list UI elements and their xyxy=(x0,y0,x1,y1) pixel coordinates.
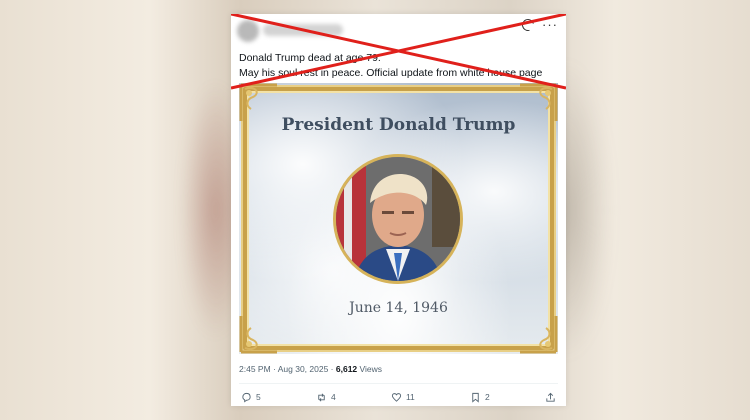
views-count: 6,612 xyxy=(335,364,358,374)
like-count: 11 xyxy=(405,392,415,402)
share-icon xyxy=(546,392,555,402)
bookmark-icon xyxy=(472,392,479,403)
views-label: Views xyxy=(359,364,383,374)
timestamp[interactable]: 2:45 PM · Aug 30, 2025 · xyxy=(239,364,336,374)
memorial-date: June 14, 1946 xyxy=(349,300,448,316)
tweet-meta: 2:45 PM · Aug 30, 2025 · 6,612 Views xyxy=(239,364,382,374)
tweet-text: Donald Trump dead at age 79. May his sou… xyxy=(239,51,559,81)
tweet-text-line-2: May his soul rest in peace. Official upd… xyxy=(239,67,543,79)
portrait-photo xyxy=(333,154,463,284)
bookmark-count: 2 xyxy=(485,392,490,402)
share-button[interactable] xyxy=(545,392,556,403)
ornament-corner-icon xyxy=(239,316,277,354)
tweet-text-line-1: Donald Trump dead at age 79. xyxy=(239,52,381,64)
grok-icon[interactable] xyxy=(519,16,537,34)
tweet-top-icons: ··· xyxy=(519,16,558,34)
memorial-image[interactable]: President Donald Trump June 14, 1946 xyxy=(239,83,558,354)
repost-count: 4 xyxy=(330,392,336,402)
repost-button[interactable]: 4 xyxy=(316,392,336,403)
reply-button[interactable]: 5 xyxy=(241,392,261,403)
repost-icon xyxy=(318,393,325,401)
tweet-card: ··· Donald Trump dead at age 79. May his… xyxy=(231,14,566,406)
like-icon xyxy=(391,392,402,402)
reply-count: 5 xyxy=(256,392,261,402)
divider xyxy=(239,383,558,384)
reply-icon xyxy=(242,392,251,403)
avatar[interactable] xyxy=(237,20,259,42)
bookmark-button[interactable]: 2 xyxy=(470,392,490,403)
portrait-illustration xyxy=(336,157,460,281)
more-icon[interactable]: ··· xyxy=(542,18,558,31)
action-bar: 5 4 11 2 xyxy=(241,390,556,404)
like-button[interactable]: 11 xyxy=(391,392,415,403)
memorial-title: President Donald Trump xyxy=(281,115,516,135)
ornament-corner-icon xyxy=(520,316,558,354)
blurred-username[interactable] xyxy=(263,24,343,36)
